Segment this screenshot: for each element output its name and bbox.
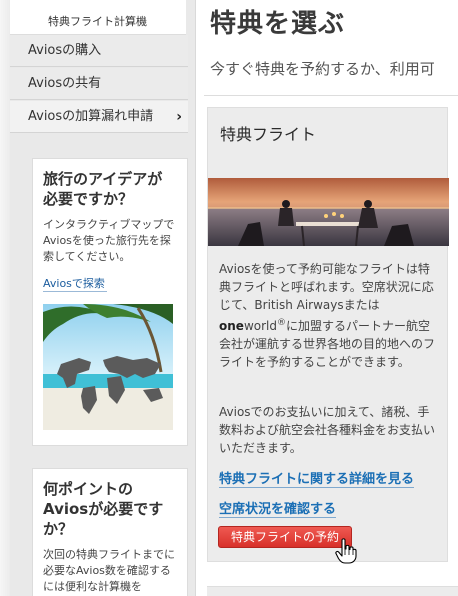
- sidebar-item-share-avios[interactable]: Aviosの共有: [10, 68, 188, 100]
- points-needed-title: 何ポイントのAviosが必要ですか？: [43, 480, 164, 538]
- points-needed-text: 次回の特典フライトまでに必要なAvios数を確認するには便利な計算機を: [43, 548, 175, 593]
- sidebar-item-label: Aviosの加算漏れ申請: [28, 109, 154, 124]
- book-reward-flight-button[interactable]: 特典フライトの予約: [218, 526, 352, 548]
- next-card-edge: [207, 586, 458, 596]
- travel-idea-text: インタラクティブマップでAviosを使った旅行先を探索してください。: [43, 218, 175, 263]
- points-needed-box: 何ポイントのAviosが必要ですか？ 次回の特典フライトまでに必要なAvios数…: [32, 468, 188, 596]
- card-description-part1: Aviosを使って予約可能なフライトは特典フライトと呼ばれます。空席状況に応じて…: [219, 262, 434, 312]
- card-description: Aviosを使って予約可能なフライトは特典フライトと呼ばれます。空席状況に応じて…: [219, 260, 441, 371]
- sidebar-item-missing-avios[interactable]: Aviosの加算漏れ申請 ›: [10, 101, 188, 133]
- oneworld-logo-world: world: [243, 319, 277, 333]
- page-title: 特典を選ぶ: [210, 9, 346, 39]
- hand-cursor-icon: [335, 538, 357, 564]
- oneworld-logo-one: one: [219, 319, 244, 333]
- explore-avios-link[interactable]: Aviosで探索: [43, 275, 107, 292]
- card-payment-note: Aviosでのお支払いに加えて、諸税、手数料および航空会社各種料金をお支払いいた…: [219, 405, 436, 455]
- sunset-dinner-image: [208, 178, 449, 246]
- sidebar-item-label: Aviosの共有: [28, 76, 102, 91]
- sidebar-edge: [0, 0, 10, 596]
- card-title: 特典フライト: [220, 125, 317, 144]
- sidebar-subitem-label: 特典フライト計算機: [48, 15, 147, 28]
- reward-flight-card: 特典フライト Aviosを使って予約可能なフライトは特典フライトと呼ばれます。空…: [207, 107, 449, 562]
- world-map-beach-image: [43, 304, 173, 430]
- sidebar-item-calculator[interactable]: 特典フライト計算機: [10, 0, 186, 35]
- check-availability-link[interactable]: 空席状況を確認する: [219, 498, 337, 518]
- travel-idea-box: 旅行のアイデアが必要ですか？ インタラクティブマップでAviosを使った旅行先を…: [32, 158, 188, 446]
- divider: [204, 95, 458, 96]
- travel-idea-title: 旅行のアイデアが必要ですか？: [43, 170, 163, 208]
- reward-flight-details-link[interactable]: 特典フライトに関する詳細を見る: [219, 468, 415, 488]
- sidebar-item-label: Aviosの購入: [28, 43, 102, 58]
- page-intro: 今すぐ特典を予約するか、利用可: [210, 60, 435, 78]
- sidebar-item-buy-avios[interactable]: Aviosの購入: [10, 35, 188, 67]
- registered-mark: ®: [276, 318, 286, 328]
- chevron-right-icon: ›: [176, 109, 182, 125]
